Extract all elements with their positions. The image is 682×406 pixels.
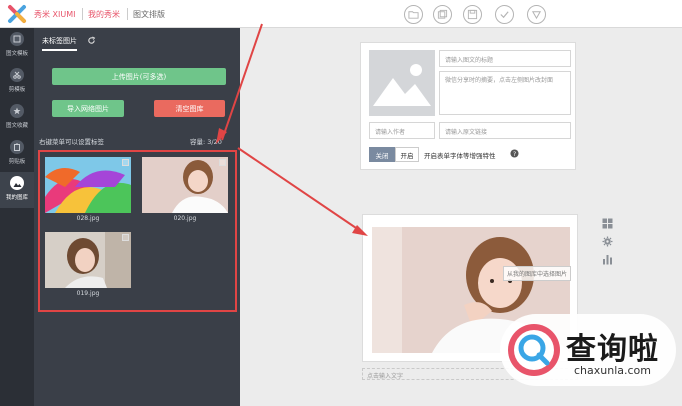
rail-label: 图文模板 [5,51,28,57]
rail-label: 剪贴板 [8,159,26,165]
thumbnail-image [45,232,131,288]
scissors-icon [10,68,24,82]
thumbnail-caption: 028.jpg [76,215,100,222]
gallery-icon [10,176,24,190]
author-input[interactable]: 请输入作者 [369,122,435,139]
left-rail: 图文模板 剪模板 图文收藏 剪贴板 我的图库 [0,28,34,406]
grid-icon[interactable] [602,218,613,229]
star-icon [10,104,24,118]
select-checkbox[interactable] [122,159,129,166]
gear-icon[interactable] [602,236,613,247]
rail-label: 剪模板 [8,87,26,93]
divider [127,8,128,20]
watermark-cn-text: 查询啦 [566,332,659,367]
folder-icon[interactable] [404,5,423,24]
rail-item-my-gallery[interactable]: 我的图库 [0,172,34,208]
help-icon[interactable]: ? [510,149,519,158]
watermark-en-text: chaxunla.com [574,364,651,377]
toggle-off-button[interactable]: 关闭 [369,147,395,162]
divider [82,8,83,20]
xiumi-logo-icon[interactable] [7,4,27,24]
clipboard-icon [10,140,24,154]
rail-item-templates[interactable]: 图文模板 [0,28,34,64]
gallery-thumbnail[interactable]: 019.jpg [45,232,131,297]
article-meta-card: 请输入图文的标题 微信分享时的摘要，点击左侧图片改封面 请输入作者 请输入原文链… [360,42,576,170]
summary-input[interactable]: 微信分享时的摘要，点击左侧图片改封面 [439,71,571,115]
select-from-gallery-tooltip: 从我的图库中选择图片 [503,266,572,281]
upload-button[interactable]: 上传图片(可多选) [52,68,226,85]
nav-layout[interactable]: 图文排版 [133,9,165,20]
title-input[interactable]: 请输入图文的标题 [439,50,571,67]
tab-untagged[interactable]: 未标签图片 [42,36,77,51]
app-name[interactable]: 秀米 XIUMI [34,9,76,20]
clear-gallery-button[interactable]: 清空图库 [154,100,225,117]
import-web-image-button[interactable]: 导入网络图片 [52,100,124,117]
rail-item-clipboard[interactable]: 剪贴板 [0,136,34,172]
thumbnail-image [142,157,228,213]
thumbnail-caption: 019.jpg [76,290,100,297]
rail-label: 我的图库 [5,195,28,201]
image-gallery: 028.jpg 020.jpg 019.jpg [38,150,237,312]
gallery-panel: 未标签图片 上传图片(可多选) 导入网络图片 清空图库 右键菜单可以设置标签 容… [34,28,240,406]
chaxunla-logo-icon [508,324,560,376]
capacity-label: 容量: 3/20 [190,138,222,146]
rail-item-cut-templates[interactable]: 剪模板 [0,64,34,100]
save-icon[interactable] [463,5,482,24]
bar-chart-icon[interactable] [602,254,613,265]
enhanced-features-label: 开启表单字体等增强特性 [424,152,496,160]
gallery-thumbnail[interactable]: 028.jpg [45,157,131,222]
select-checkbox[interactable] [219,159,226,166]
gallery-thumbnail[interactable]: 020.jpg [142,157,228,222]
cover-image-placeholder[interactable] [369,50,435,116]
toggle-on-button[interactable]: 开启 [395,147,419,162]
select-checkbox[interactable] [122,234,129,241]
thumbnail-caption: 020.jpg [173,215,197,222]
refresh-icon[interactable] [87,36,96,45]
context-menu-tip: 右键菜单可以设置标签 [39,138,104,146]
rail-item-favorites[interactable]: 图文收藏 [0,100,34,136]
chevron-down-icon[interactable] [527,5,546,24]
nav-my-xiumi[interactable]: 我的秀米 [88,9,120,20]
thumbnail-image [45,157,131,213]
copy-icon[interactable] [433,5,452,24]
watermark: 查询啦 chaxunla.com [500,314,676,386]
top-bar: 秀米 XIUMI 我的秀米 图文排版 [0,0,682,28]
rail-label: 图文收藏 [5,123,28,129]
template-icon [10,32,24,46]
check-icon[interactable] [495,5,514,24]
svg-text:?: ? [513,151,516,158]
source-link-input[interactable]: 请输入原文链接 [439,122,571,139]
